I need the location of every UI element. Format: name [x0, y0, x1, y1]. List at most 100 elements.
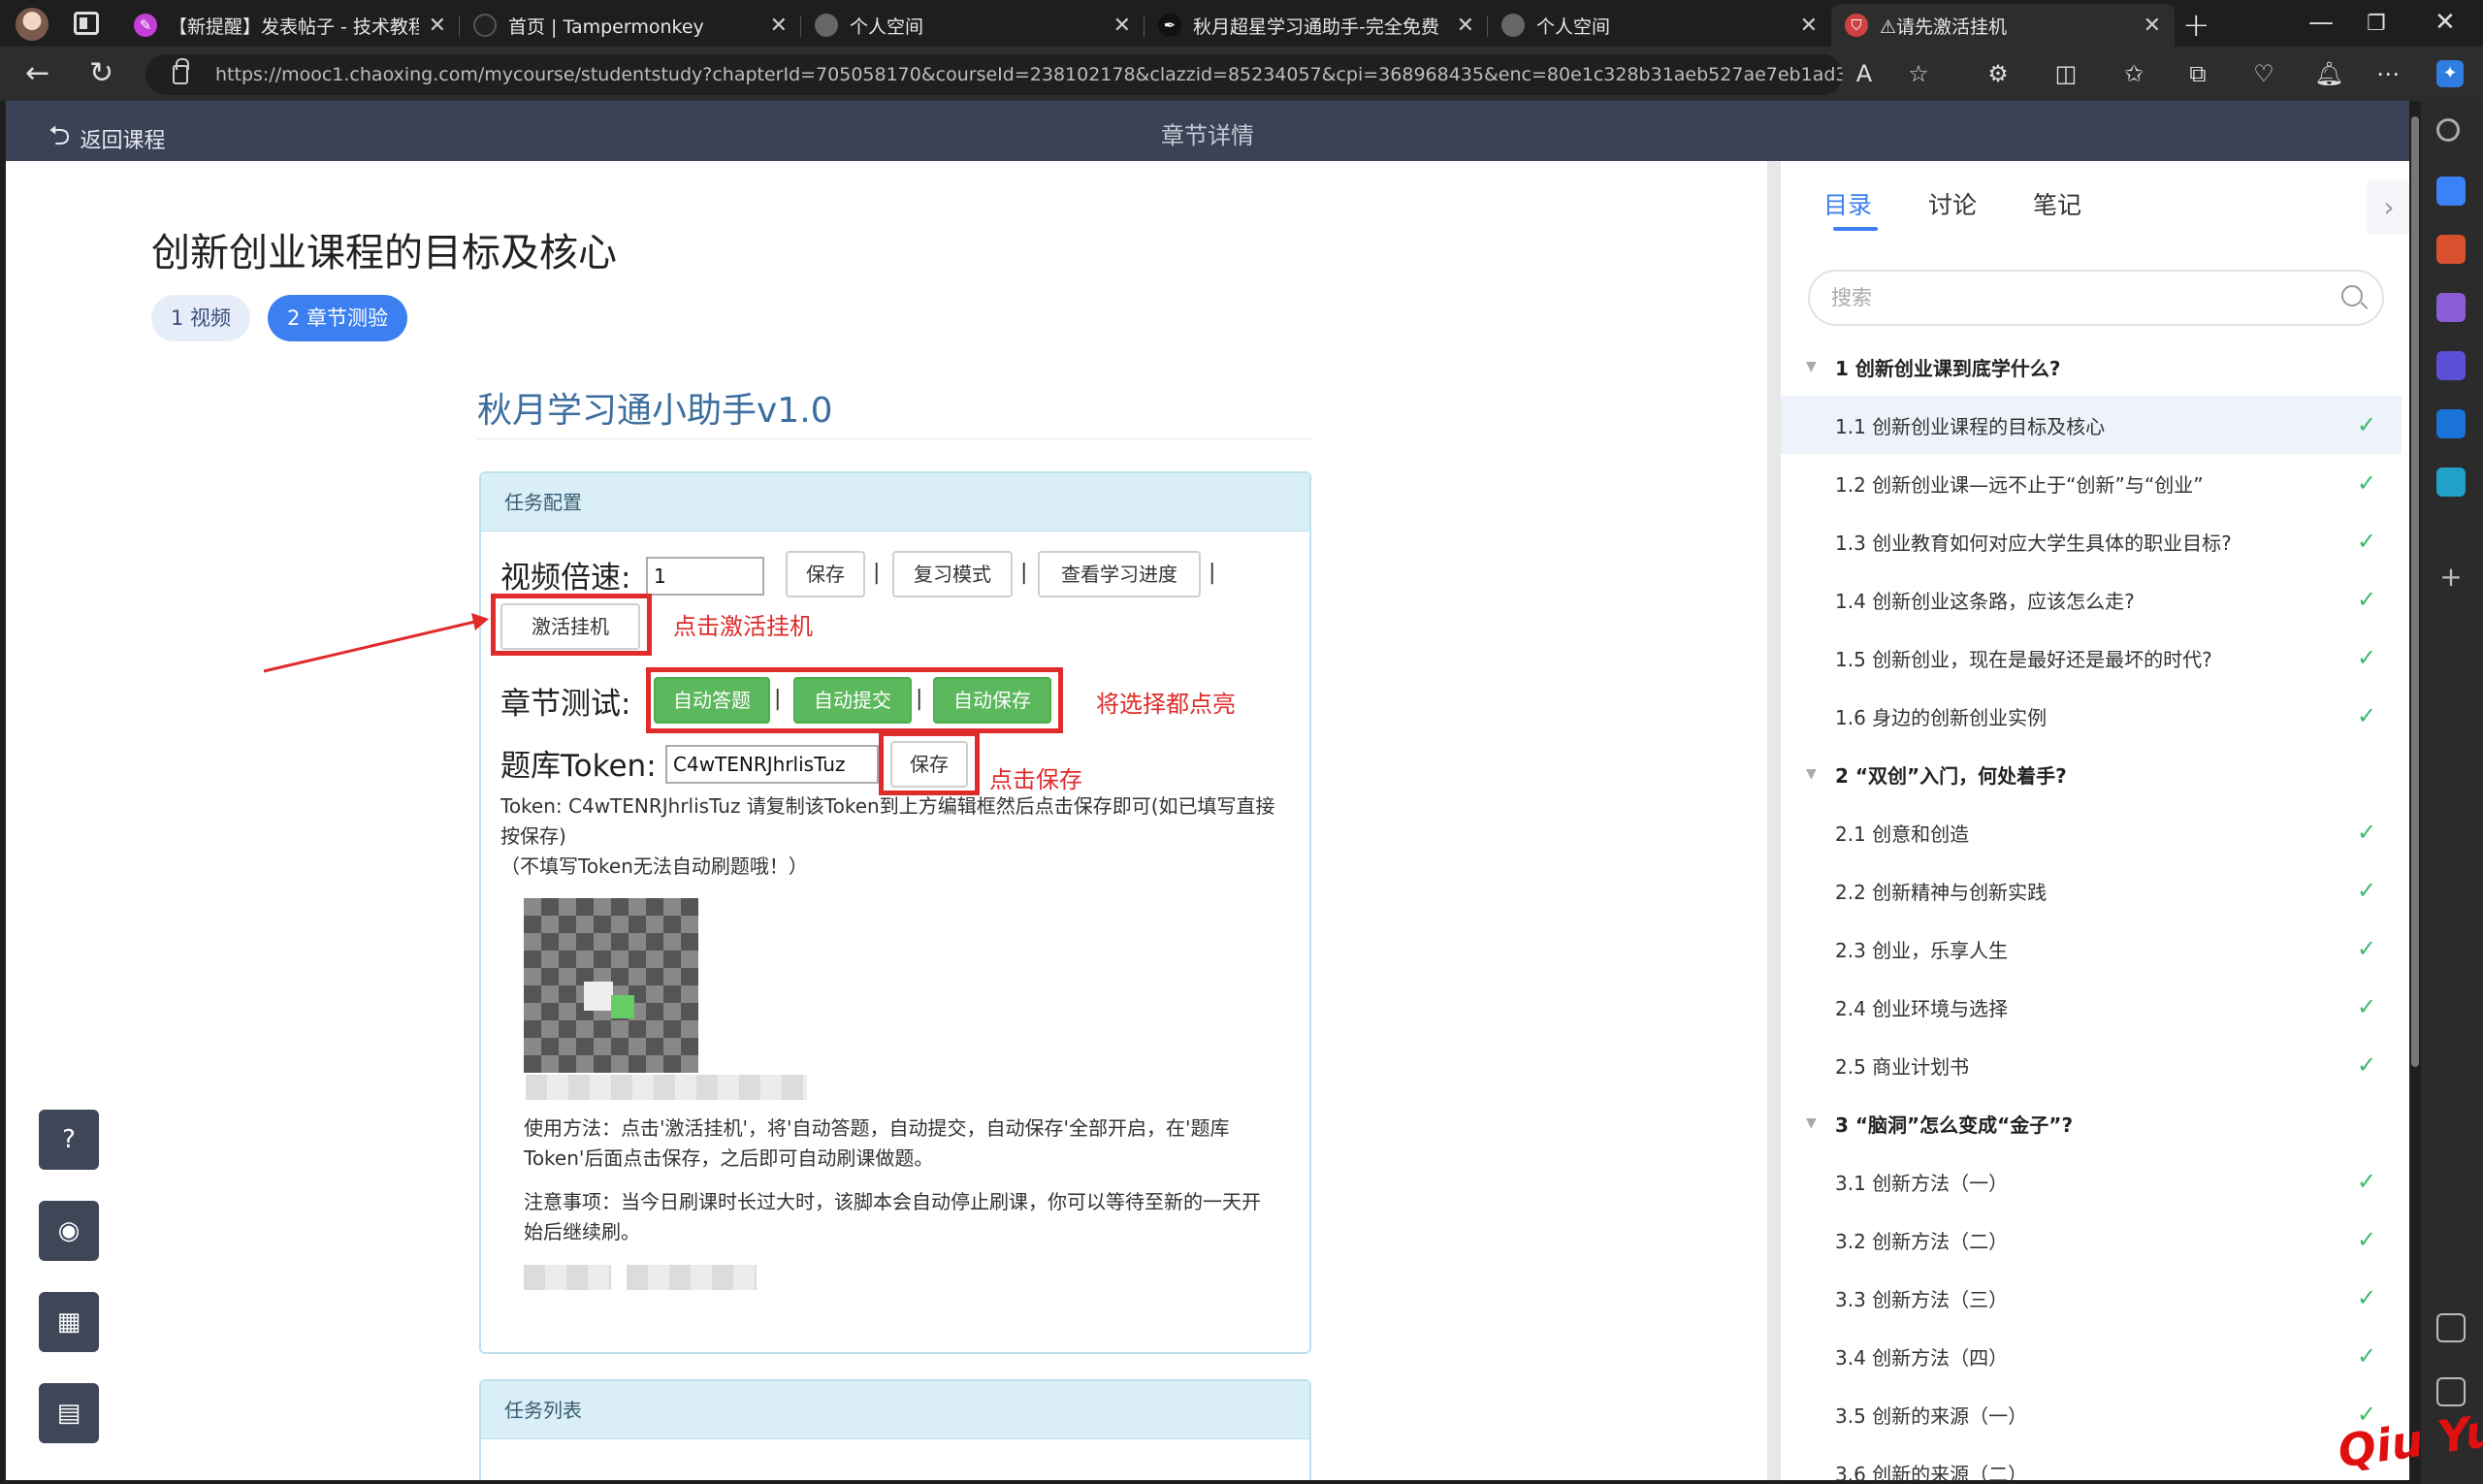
close-icon[interactable]: ✕	[429, 14, 446, 38]
close-icon[interactable]: ✕	[1800, 14, 1818, 38]
edge-sidebar-toggle-icon[interactable]	[2436, 1377, 2466, 1406]
minimize-icon[interactable]: —	[2308, 8, 2334, 37]
task-list-panel: 任务列表	[479, 1379, 1311, 1480]
helper-title: 秋月学习通小助手v1.0	[477, 391, 833, 431]
token-note-2: （不填写Token无法自动刷题哦！）	[500, 855, 808, 878]
toc-item[interactable]: 3.6 创新的来源（二）	[1781, 1443, 2402, 1481]
check-icon: ✓	[2357, 1226, 2377, 1253]
help-icon[interactable]: ?	[39, 1110, 99, 1170]
edge-tools-icon[interactable]	[2436, 235, 2466, 264]
check-icon: ✓	[2357, 528, 2377, 555]
tab-catalog[interactable]: 目录	[1823, 186, 1872, 221]
browser-tab-4[interactable]: ✒ 秋月超星学习通助手-完全免费 ✕	[1145, 4, 1488, 47]
check-icon: ✓	[2357, 644, 2377, 671]
copilot-icon[interactable]: ✦	[2436, 60, 2464, 87]
favorite-star-icon[interactable]: ☆	[1905, 60, 1932, 87]
edge-screenshot-icon[interactable]	[2436, 1313, 2466, 1342]
edge-tag-icon[interactable]	[2436, 177, 2466, 206]
lock-icon[interactable]	[173, 58, 189, 84]
close-icon[interactable]: ✕	[1457, 14, 1474, 38]
search-icon[interactable]	[2341, 285, 2363, 306]
url-field[interactable]: https://mooc1.chaoxing.com/mycourse/stud…	[145, 54, 1843, 95]
qr-dot	[611, 995, 634, 1018]
toc-item[interactable]: 2.1 创意和创造 ✓	[1781, 803, 2402, 861]
qr-center	[584, 982, 613, 1011]
chat-icon[interactable]: ▤	[39, 1383, 99, 1443]
maximize-icon[interactable]: ❐	[2367, 12, 2386, 36]
send-icon[interactable]	[2436, 468, 2466, 497]
toc-item[interactable]: 1.1 创新创业课程的目标及核心 ✓	[1781, 396, 2402, 454]
close-icon[interactable]: ✕	[770, 14, 788, 38]
check-icon: ✓	[2357, 819, 2377, 846]
extensions-icon[interactable]: ⚙	[1984, 60, 2012, 87]
browser-tab-1[interactable]: ✎ 【新提醒】发表帖子 - 技术教程 ✕	[120, 4, 460, 47]
feedback-icon[interactable]: ◉	[39, 1201, 99, 1261]
read-aloud-icon[interactable]: A	[1851, 60, 1878, 87]
toc-item[interactable]: 3.2 创新方法（二） ✓	[1781, 1210, 2402, 1269]
token-input[interactable]: C4wTENRJhrlisTuz	[665, 745, 879, 784]
edge-copilot-icon[interactable]	[2436, 351, 2466, 380]
browser-tab-2[interactable]: 首页 | Tampermonkey ✕	[460, 4, 801, 47]
toc-section[interactable]: ▼ 1 创新创业课到底学什么?	[1781, 338, 2402, 396]
active-tab-indicator	[1833, 227, 1878, 231]
favorites-icon[interactable]: ✩	[2120, 60, 2147, 87]
speed-save-button[interactable]: 保存	[786, 551, 865, 597]
toc-label: 3.3 创新方法（三）	[1835, 1287, 2009, 1311]
toc-item[interactable]: 3.1 创新方法（一） ✓	[1781, 1152, 2402, 1210]
toc-item[interactable]: 2.4 创业环境与选择 ✓	[1781, 978, 2402, 1036]
toc-section[interactable]: ▼ 2 “双创”入门，何处着手?	[1781, 745, 2402, 803]
token-label: 题库Token:	[500, 749, 657, 784]
outlook-icon[interactable]	[2436, 409, 2466, 438]
toc-item[interactable]: 1.4 创新创业这条路，应该怎么走? ✓	[1781, 570, 2402, 629]
scrollbar-thumb[interactable]	[2411, 116, 2419, 1067]
reload-icon[interactable]: ↻	[89, 56, 113, 90]
expand-triangle-icon[interactable]: ▼	[1806, 359, 1817, 374]
toc-item[interactable]: 1.5 创新创业，现在是最好还是最坏的时代? ✓	[1781, 629, 2402, 687]
window-close-icon[interactable]: ✕	[2435, 8, 2456, 37]
toc-section[interactable]: ▼ 3 “脑洞”怎么变成“金子”?	[1781, 1094, 2402, 1152]
new-tab-icon[interactable]: +	[2182, 6, 2210, 45]
browser-essentials-icon[interactable]: ♡	[2250, 60, 2277, 87]
profile-avatar[interactable]	[16, 8, 48, 41]
view-progress-button[interactable]: 查看学习进度	[1038, 551, 1201, 597]
toc-item[interactable]: 2.3 创业，乐享人生 ✓	[1781, 919, 2402, 978]
edge-add-icon[interactable]: +	[2436, 563, 2466, 592]
close-icon[interactable]: ✕	[2144, 14, 2161, 38]
toc-item[interactable]: 3.4 创新方法（四） ✓	[1781, 1327, 2402, 1385]
speed-input[interactable]: 1	[646, 557, 764, 596]
toc-item[interactable]: 3.5 创新的来源（一） ✓	[1781, 1385, 2402, 1443]
expand-triangle-icon[interactable]: ▼	[1806, 1115, 1817, 1131]
edge-search-icon[interactable]	[2436, 118, 2460, 142]
token-note: Token: C4wTENRJhrlisTuz 请复制该Token到上方编辑框然…	[500, 794, 1275, 848]
expand-triangle-icon[interactable]: ▼	[1806, 766, 1817, 782]
back-icon[interactable]: ←	[25, 56, 49, 90]
browser-tab-5[interactable]: 个人空间 ✕	[1488, 4, 1831, 47]
edge-people-icon[interactable]	[2436, 293, 2466, 322]
tab-discussion[interactable]: 讨论	[1928, 186, 1977, 221]
browser-tab-6-active[interactable]: ⛉ ⚠请先激活挂机 ✕	[1831, 4, 2175, 47]
toc-item[interactable]: 2.5 商业计划书 ✓	[1781, 1036, 2402, 1094]
browser-tab-3[interactable]: 个人空间 ✕	[801, 4, 1145, 47]
toc-label: 1.6 身边的创新创业实例	[1835, 705, 2048, 729]
more-menu-icon[interactable]: ⋯	[2374, 60, 2402, 87]
toc-item[interactable]: 1.6 身边的创新创业实例 ✓	[1781, 687, 2402, 745]
toc-item[interactable]: 1.2 创新创业课—远不止于“创新”与“创业” ✓	[1781, 454, 2402, 512]
notifications-icon[interactable]: 🔔︎	[2314, 60, 2343, 87]
toc-label: 3.6 创新的来源（二）	[1835, 1462, 2028, 1481]
close-icon[interactable]: ✕	[1113, 14, 1131, 38]
toc-search-input[interactable]: 搜索	[1808, 270, 2384, 326]
tab-actions-icon[interactable]	[74, 12, 99, 35]
split-screen-icon[interactable]: ◫	[2052, 60, 2080, 87]
panel-divider[interactable]	[1767, 161, 1781, 1480]
collapse-panel-icon[interactable]: ›	[2367, 180, 2409, 235]
toc-item[interactable]: 3.3 创新方法（三） ✓	[1781, 1269, 2402, 1327]
toc-label: 2.3 创业，乐享人生	[1835, 938, 2009, 962]
toc-item[interactable]: 1.3 创业教育如何对应大学生具体的职业目标? ✓	[1781, 512, 2402, 570]
qr-scan-icon[interactable]: ▦	[39, 1292, 99, 1352]
toc-item[interactable]: 2.2 创新精神与创新实践 ✓	[1781, 861, 2402, 919]
tab-notes[interactable]: 笔记	[2033, 186, 2081, 221]
toc-label: 3.2 创新方法（二）	[1835, 1229, 2009, 1253]
collections-icon[interactable]: ⧉	[2184, 60, 2211, 87]
toc-label: 2.2 创新精神与创新实践	[1835, 880, 2048, 904]
review-mode-button[interactable]: 复习模式	[892, 551, 1013, 597]
